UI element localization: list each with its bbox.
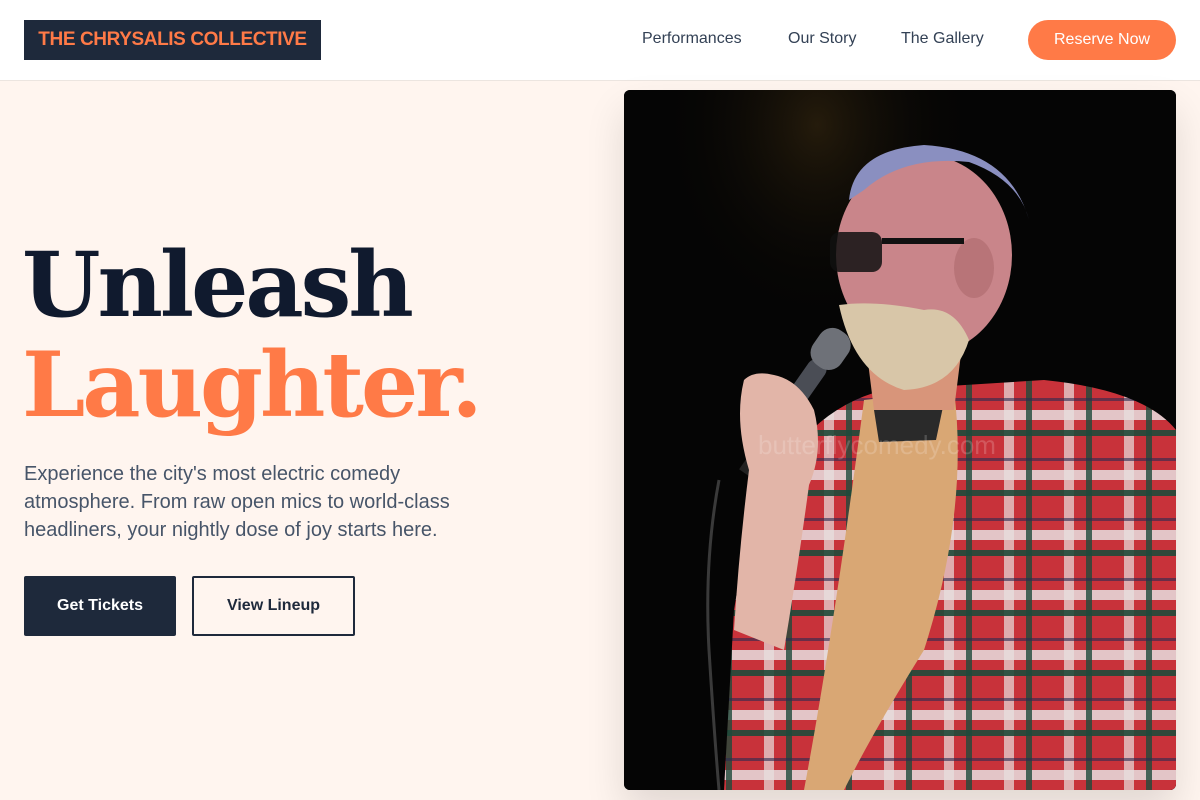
hero-photo: butterflycomedy.com [624, 90, 1176, 790]
nav-link-our-story[interactable]: Our Story [788, 30, 856, 48]
site-header: THE CHRYSALIS COLLECTIVE Performances Ou… [0, 0, 1200, 81]
nav-link-performances[interactable]: Performances [642, 30, 742, 48]
logo-text: THE CHRYSALIS COLLECTIVE [38, 29, 307, 50]
site-logo[interactable]: THE CHRYSALIS COLLECTIVE [24, 20, 321, 60]
reserve-now-button[interactable]: Reserve Now [1028, 20, 1176, 60]
get-tickets-button[interactable]: Get Tickets [24, 576, 176, 636]
photo-watermark: butterflycomedy.com [758, 430, 996, 460]
hero-title-line1: Unleash [22, 232, 414, 338]
hero-description: Experience the city's most electric come… [24, 463, 450, 541]
view-lineup-button[interactable]: View Lineup [192, 576, 355, 636]
nav-link-the-gallery[interactable]: The Gallery [901, 30, 984, 48]
hero-title-line2: Laughter. [22, 332, 483, 438]
